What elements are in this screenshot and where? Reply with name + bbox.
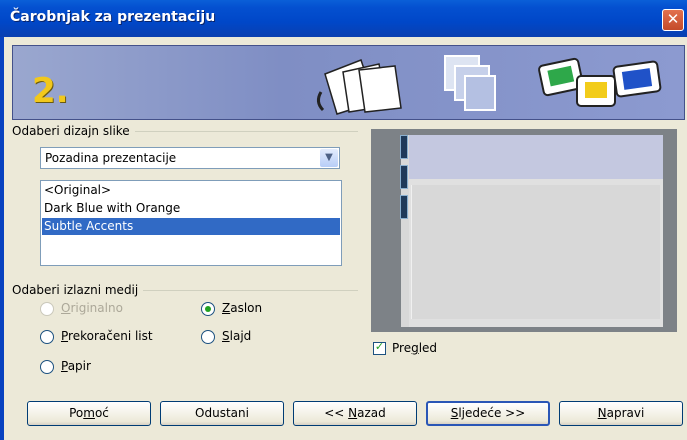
preview-panel bbox=[371, 129, 677, 332]
radio-screen[interactable] bbox=[201, 302, 215, 316]
output-group-label: Odaberi izlazni medij bbox=[12, 283, 144, 297]
presentation-wizard-window: Čarobnjak za prezentaciju ✕ 2. Odaberi d… bbox=[0, 0, 687, 440]
create-button[interactable]: Napravi bbox=[559, 401, 683, 426]
preview-content-area bbox=[411, 185, 660, 319]
preview-checkbox-label: Pregled bbox=[392, 341, 438, 355]
next-button[interactable]: Sljedeće >> bbox=[426, 401, 550, 426]
chevron-down-icon: ▼ bbox=[325, 152, 333, 163]
radio-slide-label: Slajd bbox=[222, 329, 252, 343]
radio-original[interactable] bbox=[40, 302, 54, 316]
preview-slide bbox=[401, 135, 663, 327]
pages-icon bbox=[316, 59, 402, 115]
radio-slide[interactable] bbox=[201, 330, 215, 344]
radio-overhead-sheet[interactable] bbox=[40, 330, 54, 344]
list-item-selected[interactable]: Subtle Accents bbox=[42, 218, 340, 235]
window-border bbox=[0, 37, 4, 440]
step-number: 2. bbox=[32, 71, 69, 111]
preview-accent-mark bbox=[400, 135, 408, 159]
title-bar[interactable]: Čarobnjak za prezentaciju ✕ bbox=[0, 0, 687, 37]
preview-header-band bbox=[401, 135, 663, 179]
design-category-value: Pozadina prezentacije bbox=[45, 151, 177, 165]
preview-accent-mark bbox=[400, 165, 408, 189]
design-group-label: Odaberi dizajn slike bbox=[12, 124, 135, 138]
design-category-dropdown[interactable]: Pozadina prezentacije ▼ bbox=[40, 147, 340, 169]
radio-original-label: Originalno bbox=[61, 301, 123, 315]
help-button[interactable]: Pomoć bbox=[27, 401, 151, 426]
checkmark-icon: ✓ bbox=[374, 340, 385, 353]
preview-accent-strip bbox=[401, 135, 409, 327]
layers-icon bbox=[444, 55, 496, 111]
back-button[interactable]: << Nazad bbox=[293, 401, 417, 426]
list-item[interactable]: Dark Blue with Orange bbox=[42, 200, 340, 217]
list-item[interactable]: <Original> bbox=[42, 182, 340, 199]
radio-screen-label: Zaslon bbox=[222, 301, 263, 315]
window-title: Čarobnjak za prezentaciju bbox=[10, 9, 216, 25]
radio-overhead-sheet-label: Prekoračeni list bbox=[61, 329, 153, 343]
close-button[interactable]: ✕ bbox=[662, 9, 684, 31]
radio-paper[interactable] bbox=[40, 360, 54, 374]
radio-paper-label: Papir bbox=[61, 359, 91, 373]
dropdown-arrow-button[interactable]: ▼ bbox=[320, 149, 338, 167]
wizard-banner: 2. bbox=[12, 45, 685, 120]
close-icon: ✕ bbox=[666, 10, 680, 28]
preview-accent-mark bbox=[400, 195, 408, 219]
cancel-button[interactable]: Odustani bbox=[160, 401, 284, 426]
design-list[interactable]: <Original> Dark Blue with Orange Subtle … bbox=[40, 180, 342, 266]
radio-selected-dot bbox=[205, 306, 211, 312]
slides-icon bbox=[538, 57, 662, 107]
preview-checkbox[interactable]: ✓ bbox=[373, 340, 386, 355]
